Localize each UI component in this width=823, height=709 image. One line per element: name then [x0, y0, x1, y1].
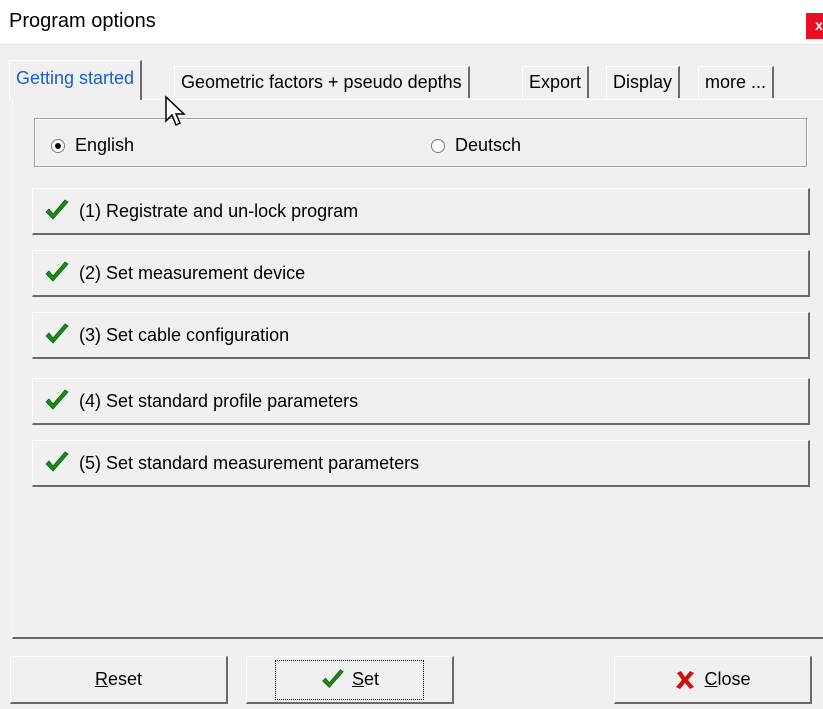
radio-deutsch[interactable]: Deutsch	[431, 135, 521, 156]
close-button[interactable]: Close	[614, 656, 812, 704]
tab-label: Export	[529, 72, 582, 92]
radio-english[interactable]: English	[51, 135, 134, 156]
radio-unchecked-icon	[431, 138, 445, 153]
step-label: (5) Set standard measurement parameters	[79, 452, 420, 473]
step-label: (4) Set standard profile parameters	[79, 390, 359, 411]
tab-export[interactable]: Export	[522, 66, 590, 98]
tab-getting-started[interactable]: Getting started	[9, 60, 143, 100]
tab-more[interactable]: more ...	[698, 66, 775, 98]
radio-label: English	[75, 135, 135, 155]
tab-label: Geometric factors + pseudo depths	[181, 72, 462, 92]
step-button-registrate[interactable]: (1) Registrate and un-lock program	[32, 188, 810, 235]
close-mnemonic: C	[704, 669, 718, 689]
step-button-cable-configuration[interactable]: (3) Set cable configuration	[32, 312, 810, 359]
close-glyph: x	[815, 17, 823, 33]
step-button-measurement-parameters[interactable]: (5) Set standard measurement parameters	[32, 440, 810, 487]
step-label: (2) Set measurement device	[79, 262, 306, 283]
x-mark-icon	[676, 670, 695, 689]
reset-label-rest: eset	[107, 669, 143, 689]
title-bar: Program options x	[0, 0, 823, 45]
check-icon	[45, 199, 69, 220]
window-title: Program options	[9, 10, 156, 32]
tab-panel-getting-started	[12, 99, 823, 639]
check-icon	[45, 323, 69, 344]
step-button-profile-parameters[interactable]: (4) Set standard profile parameters	[32, 378, 810, 425]
tab-label: Display	[613, 72, 673, 92]
language-group: English Deutsch	[34, 118, 808, 168]
check-icon	[45, 261, 69, 282]
tab-geometric-factors[interactable]: Geometric factors + pseudo depths	[174, 66, 470, 98]
check-icon	[322, 668, 344, 688]
check-icon	[45, 389, 69, 410]
step-label: (3) Set cable configuration	[79, 324, 290, 345]
set-mnemonic: S	[351, 669, 364, 689]
focus-rect: Set	[274, 659, 425, 700]
check-icon	[45, 451, 69, 472]
tab-label: more ...	[705, 72, 767, 92]
tab-label: Getting started	[16, 68, 135, 88]
radio-label: Deutsch	[455, 135, 522, 155]
set-label-rest: et	[364, 669, 380, 689]
window-close-button[interactable]: x	[806, 13, 823, 39]
mouse-cursor-icon	[165, 95, 186, 127]
reset-button[interactable]: Reset	[10, 656, 228, 704]
reset-mnemonic: R	[94, 669, 108, 689]
radio-checked-icon	[51, 138, 65, 153]
step-label: (1) Registrate and un-lock program	[79, 200, 359, 221]
reset-label: Reset	[95, 669, 142, 690]
tab-display[interactable]: Display	[606, 66, 681, 98]
step-button-measurement-device[interactable]: (2) Set measurement device	[32, 250, 810, 297]
close-label-rest: lose	[717, 669, 751, 689]
program-options-window: Program options x Getting started Geomet…	[0, 0, 823, 709]
set-button[interactable]: Set	[246, 656, 454, 704]
